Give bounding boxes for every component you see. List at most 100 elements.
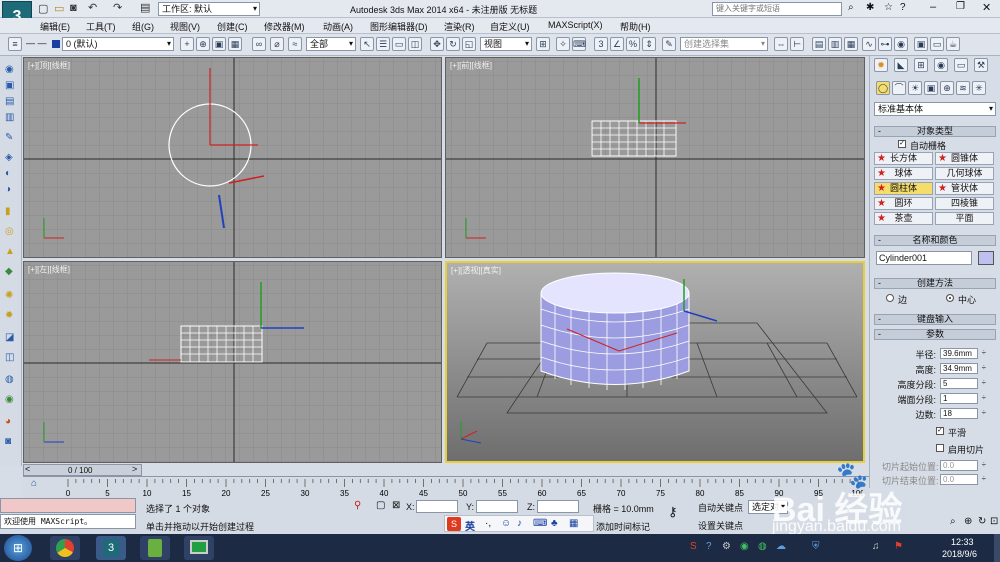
spinner-snap-icon[interactable]: ⇕: [642, 37, 656, 51]
help-icon[interactable]: ?: [900, 2, 906, 13]
add-to-layer-icon[interactable]: ⊕: [196, 37, 210, 51]
tray-settings-icon[interactable]: ⚙: [722, 541, 731, 552]
ime-voice-icon[interactable]: ♪: [517, 518, 522, 529]
key-icon[interactable]: ⚷: [668, 504, 678, 520]
layer-explorer-icon[interactable]: ▥: [828, 37, 842, 51]
tray-wechat-icon[interactable]: ◍: [758, 541, 767, 552]
track-bar[interactable]: ⌂ 0 5 10 15 20 25 30 35 40 45 50 55 60 65 70 75 80 85 90 95…: [23, 476, 869, 498]
menu-tools[interactable]: 工具(T): [86, 20, 116, 33]
search-icon[interactable]: ⌕: [848, 2, 854, 13]
menu-maxscript[interactable]: MAXScript(X): [548, 20, 603, 30]
3dsmax-taskbar-icon[interactable]: 3: [96, 536, 126, 560]
rotate-icon[interactable]: ↻: [446, 37, 460, 51]
monitor-taskbar-icon[interactable]: [184, 536, 214, 560]
strip-tool-7-icon[interactable]: ◐: [5, 168, 11, 179]
viewport-front[interactable]: [+][前][线框]: [445, 57, 865, 258]
project-folder-icon[interactable]: ▤: [140, 1, 150, 14]
select-object-icon[interactable]: ↖: [360, 37, 374, 51]
render-production-icon[interactable]: ☕: [946, 37, 960, 51]
strip-tool-14-icon[interactable]: ✹: [5, 310, 13, 321]
helpers-icon[interactable]: ⊕: [940, 81, 954, 95]
strip-tool-17-icon[interactable]: ◍: [5, 374, 14, 385]
scene-explorer-icon[interactable]: ▤: [812, 37, 826, 51]
percent-snap-icon[interactable]: %: [626, 37, 640, 51]
ime-skin-icon[interactable]: ♣: [551, 518, 558, 529]
viewport-left-label[interactable]: [+][左][线框]: [28, 264, 70, 275]
search-input[interactable]: 键入关键字或短语: [712, 2, 842, 16]
ime-logo-icon[interactable]: S: [447, 517, 461, 531]
maxscript-listener-input[interactable]: [0, 498, 136, 513]
menu-customize[interactable]: 自定义(U): [490, 20, 530, 33]
select-by-name-icon[interactable]: ☰: [376, 37, 390, 51]
pivot-center-icon[interactable]: ⊞: [536, 37, 550, 51]
menu-help[interactable]: 帮助(H): [620, 20, 651, 33]
object-name-field[interactable]: Cylinder001: [876, 251, 972, 265]
workspace-combo[interactable]: 工作区: 默认: [158, 2, 260, 16]
strip-tool-5-icon[interactable]: ✎: [5, 132, 13, 143]
tray-flag-icon[interactable]: ⚑: [894, 541, 903, 552]
tray-cloud-icon[interactable]: ☁: [776, 541, 786, 552]
cone-button[interactable]: ★ 圆锥体: [935, 152, 994, 165]
rect-selection-icon[interactable]: ▭: [392, 37, 406, 51]
display-tab-icon[interactable]: ▭: [954, 58, 968, 72]
window-crossing-icon[interactable]: ◫: [408, 37, 422, 51]
strip-tool-20-icon[interactable]: ◙: [5, 436, 11, 447]
strip-tool-18-icon[interactable]: ◉: [5, 394, 14, 405]
plane-button[interactable]: 平面: [935, 212, 994, 225]
material-editor-icon[interactable]: ◉: [894, 37, 908, 51]
restore-icon[interactable]: ❐: [956, 1, 965, 12]
strip-tool-8-icon[interactable]: ◑: [5, 184, 11, 195]
height-spinner[interactable]: 34.9mm: [940, 363, 986, 374]
app-taskbar-icon[interactable]: [140, 536, 170, 560]
undo-icon[interactable]: ↶: [88, 1, 97, 14]
menu-create[interactable]: 创建(C): [217, 20, 248, 33]
geosphere-button[interactable]: 几何球体: [935, 167, 994, 180]
strip-tool-1-icon[interactable]: ◉: [5, 64, 14, 75]
category-combo[interactable]: 标准基本体: [874, 102, 996, 116]
strip-tool-9-icon[interactable]: ▮: [5, 206, 11, 217]
sides-spinner[interactable]: 18: [940, 408, 986, 419]
save-file-icon[interactable]: ◙: [70, 2, 77, 14]
scale-icon[interactable]: ◱: [462, 37, 476, 51]
spacewarps-icon[interactable]: ≋: [956, 81, 970, 95]
ime-keyboard-icon[interactable]: ⌨: [533, 518, 547, 529]
render-setup-icon[interactable]: ▣: [914, 37, 928, 51]
strip-tool-2-icon[interactable]: ▣: [5, 80, 14, 91]
strip-tool-19-icon[interactable]: ◕: [5, 416, 11, 427]
autogrid-checkbox[interactable]: ✓: [898, 140, 906, 148]
redo-icon[interactable]: ↷: [113, 1, 122, 14]
tray-help-icon[interactable]: ?: [706, 541, 712, 552]
torus-button[interactable]: ★ 圆环: [874, 197, 933, 210]
layer-props-icon[interactable]: ▦: [228, 37, 242, 51]
tray-sogou-icon[interactable]: S: [690, 541, 697, 552]
graphite-ribbon-icon[interactable]: ▦: [844, 37, 858, 51]
z-coordinate-field[interactable]: [537, 500, 579, 513]
strip-tool-3-icon[interactable]: ▤: [5, 96, 14, 107]
tray-network-icon[interactable]: ◉: [740, 541, 749, 552]
modify-tab-icon[interactable]: ◣: [894, 58, 908, 72]
systems-icon[interactable]: ✳: [972, 81, 986, 95]
menu-group[interactable]: 组(G): [132, 20, 154, 33]
chrome-taskbar-icon[interactable]: [50, 536, 80, 560]
maximize-viewport-icon[interactable]: ⊡: [990, 516, 998, 527]
set-key-button[interactable]: 设置关键点: [698, 519, 743, 532]
ime-emoji-icon[interactable]: ☺: [501, 518, 511, 529]
strip-tool-10-icon[interactable]: ◎: [5, 226, 14, 237]
prev-frame-icon[interactable]: <: [25, 464, 30, 474]
viewport-left[interactable]: [+][左][线框]: [23, 261, 442, 463]
named-selection-combo[interactable]: 创建选择集: [680, 37, 768, 51]
name-color-rollout[interactable]: 名称和颜色: [874, 235, 996, 246]
minimize-icon[interactable]: –: [930, 1, 936, 13]
move-icon[interactable]: ✥: [430, 37, 444, 51]
link-icon[interactable]: ∞: [252, 37, 266, 51]
create-tab-icon[interactable]: ✹: [874, 58, 888, 72]
unlink-icon[interactable]: ⌀: [270, 37, 284, 51]
curve-editor-icon[interactable]: ∿: [862, 37, 876, 51]
strip-tool-12-icon[interactable]: ◆: [5, 266, 13, 277]
mirror-icon[interactable]: ⇔: [774, 37, 788, 51]
lock-selection-icon[interactable]: ▢: [376, 500, 385, 511]
show-desktop-button[interactable]: [994, 534, 1000, 562]
height-segments-spinner[interactable]: 5: [940, 378, 986, 389]
favorites-icon[interactable]: ☆: [884, 2, 893, 13]
time-slider-bar[interactable]: < 0 / 100 >: [23, 464, 142, 476]
